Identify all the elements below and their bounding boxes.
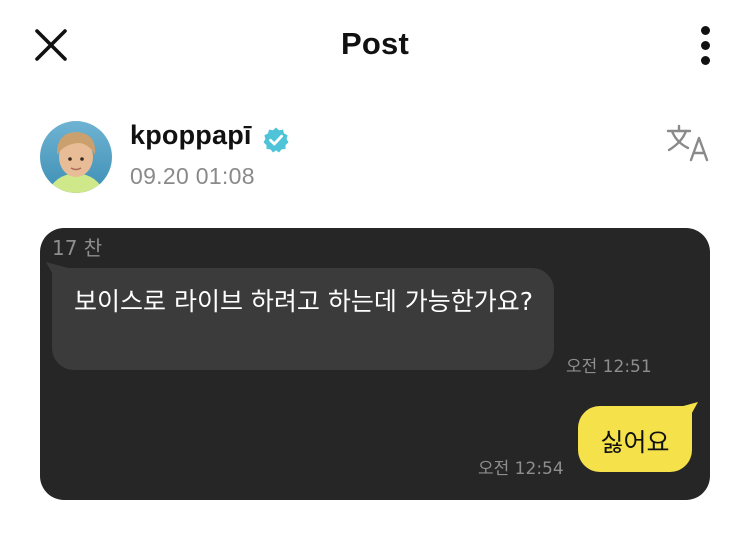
page-title: Post — [341, 26, 409, 61]
chat-screenshot: 17 찬 보이스로 라이브 하려고 하는데 가능한가요? 오전 12:51 싫어… — [40, 228, 710, 500]
sent-message-text: 싫어요 — [600, 428, 670, 457]
received-message-bubble[interactable]: 보이스로 라이브 하려고 하는데 가능한가요? — [52, 268, 554, 370]
received-message-text: 보이스로 라이브 하려고 하는데 가능한가요? — [74, 287, 534, 316]
post-timestamp: 09.20 01:08 — [130, 163, 255, 189]
avatar-image — [40, 121, 112, 193]
received-message-time: 오전 12:51 — [566, 357, 652, 377]
sent-message-time: 오전 12:54 — [478, 459, 564, 479]
close-icon — [35, 29, 67, 61]
more-vertical-dot — [701, 56, 710, 65]
close-button[interactable] — [30, 24, 72, 66]
translate-icon — [666, 124, 709, 162]
author-name[interactable]: kpoppapī — [130, 120, 252, 151]
more-vertical-dot — [701, 41, 710, 50]
top-bar: Post — [0, 0, 750, 90]
verified-badge-icon — [263, 127, 289, 153]
sent-message-bubble[interactable]: 싫어요 — [578, 406, 692, 472]
more-vertical-icon — [701, 26, 710, 35]
more-options-button[interactable] — [690, 24, 722, 68]
avatar[interactable] — [40, 121, 112, 193]
chat-header-text: 17 찬 — [52, 236, 103, 260]
translate-button[interactable] — [664, 122, 714, 166]
